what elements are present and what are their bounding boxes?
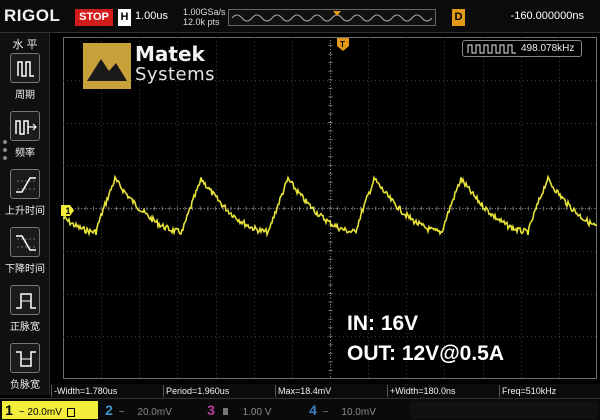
- memory-overview[interactable]: [228, 9, 436, 26]
- positive-width-icon: [10, 285, 40, 315]
- menu-item-label: 正脉宽: [10, 322, 40, 333]
- channel-scale: 20.0mV: [27, 407, 62, 418]
- rise-time-icon: [10, 169, 40, 199]
- coupling-icon: ~: [322, 407, 329, 418]
- menu-title: 水 平: [12, 39, 38, 51]
- square-wave-icon: [467, 44, 516, 54]
- negative-width-icon: [10, 343, 40, 373]
- fall-time-icon: [10, 227, 40, 257]
- trigger-position-marker[interactable]: T: [337, 38, 349, 52]
- coupling-icon: ~: [18, 407, 25, 418]
- annotation-input: IN: 16V: [347, 312, 419, 335]
- annotation-output: OUT: 12V@0.5A: [347, 342, 505, 365]
- measurement-bar: -Width=1.780us Period=1.960us Max=18.4mV…: [51, 384, 600, 398]
- channel-scale: 10.0mV: [341, 407, 376, 418]
- measurement-negative-width[interactable]: -Width=1.780us: [51, 385, 163, 397]
- menu-item-frequency[interactable]: 频率: [3, 111, 47, 159]
- frequency-icon: [10, 111, 40, 141]
- memory-waveform-icon: [231, 11, 433, 22]
- menu-item-label: 周期: [15, 90, 35, 101]
- measurement-positive-width[interactable]: +Width=180.0ns: [387, 385, 499, 397]
- menu-item-label: 下降时间: [5, 264, 45, 275]
- annotation-text: IN: 16V OUT: 12V@0.5A: [347, 309, 504, 369]
- horizontal-key[interactable]: H: [118, 9, 131, 26]
- coupling-icon: ~: [118, 407, 125, 418]
- delay-value: -160.000000ns: [510, 10, 584, 22]
- channel-4-settings[interactable]: 4 ~ 10.0mV: [306, 401, 404, 419]
- channel-number: 3: [207, 402, 215, 418]
- channel-3-settings[interactable]: 3 1.00 V: [204, 401, 302, 419]
- channel-1-settings[interactable]: 1 ~ 20.0mV: [2, 401, 98, 419]
- bandwidth-limit-icon: [66, 407, 75, 417]
- mountain-logo-icon: [83, 43, 131, 89]
- timebase-value: 1.00us: [135, 10, 169, 22]
- menu-item-label: 频率: [15, 148, 35, 159]
- menu-item-rise-time[interactable]: 上升时间: [3, 169, 47, 217]
- channel-bar: 1 ~ 20.0mV 2 ~ 20.0mV 3 1.00 V 4 ~ 10.0m…: [0, 398, 600, 420]
- trigger-marker-label: T: [340, 40, 345, 49]
- page-indicator: [3, 140, 9, 164]
- channel-2-settings[interactable]: 2 ~ 20.0mV: [102, 401, 200, 419]
- measurement-frequency[interactable]: Freq=510kHz: [499, 385, 600, 397]
- status-bar: RIGOL STOP H 1.00us 1.00GSa/s 12.0k pts …: [0, 0, 600, 33]
- horizontal-measure-menu: 水 平 周期 频率 上升时间 下降时间 正脉宽 负脉宽: [0, 33, 50, 395]
- menu-item-positive-width[interactable]: 正脉宽: [3, 285, 47, 333]
- channel1-level-marker[interactable]: 1: [61, 205, 75, 216]
- matek-logo: Matek Systems: [83, 43, 235, 89]
- frequency-counter-value: 498.078kHz: [521, 43, 575, 54]
- channel-number: 4: [309, 402, 317, 418]
- menu-item-period[interactable]: 周期: [3, 53, 47, 101]
- channel-scale: 20.0mV: [137, 407, 172, 418]
- memory-depth: 12.0k pts: [183, 17, 220, 27]
- waveform-display[interactable]: Matek Systems 498.078kHz IN: 16V OUT: 12…: [63, 37, 597, 379]
- channel-number: 1: [5, 402, 13, 418]
- sample-info: 1.00GSa/s 12.0k pts: [183, 7, 226, 27]
- delay-key[interactable]: D: [452, 9, 465, 26]
- frequency-counter[interactable]: 498.078kHz: [462, 40, 582, 57]
- menu-item-label: 上升时间: [5, 206, 45, 217]
- channel1-marker-label: 1: [66, 206, 71, 216]
- run-stop-status[interactable]: STOP: [75, 9, 113, 26]
- period-icon: [10, 53, 40, 83]
- coupling-icon: [222, 408, 228, 415]
- menu-item-fall-time[interactable]: 下降时间: [3, 227, 47, 275]
- menu-item-negative-width[interactable]: 负脉宽: [3, 343, 47, 391]
- measurement-max[interactable]: Max=18.4mV: [275, 385, 387, 397]
- measurement-period[interactable]: Period=1.960us: [163, 385, 275, 397]
- channel-bar-filler: [410, 401, 598, 419]
- logo-subtitle: Systems: [135, 64, 215, 85]
- channel-number: 2: [105, 402, 113, 418]
- logo-name: Matek: [135, 42, 205, 66]
- sample-rate: 1.00GSa/s: [183, 7, 226, 17]
- channel-scale: 1.00 V: [242, 407, 272, 418]
- brand-logo: RIGOL: [4, 6, 61, 25]
- menu-item-label: 负脉宽: [10, 380, 40, 391]
